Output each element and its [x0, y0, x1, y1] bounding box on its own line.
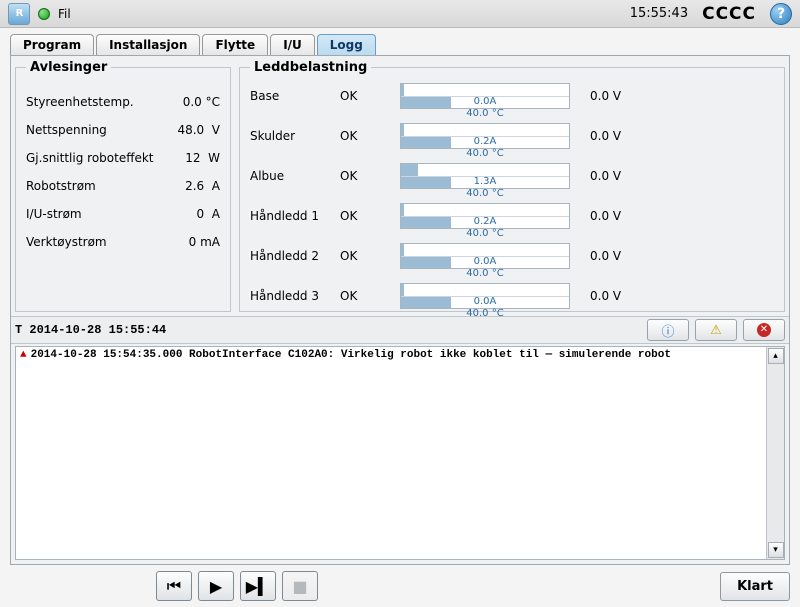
reading-label: I/U-strøm — [26, 207, 82, 221]
scroll-up-button[interactable]: ▴ — [768, 348, 784, 364]
joint-volt: 0.0 V — [590, 129, 640, 143]
joint-temp: 40.0 °C — [401, 188, 569, 200]
joints-panel: Leddbelastning BaseOK0.0A40.0 °C0.0 VSku… — [239, 60, 785, 312]
reading-row: Nettspenning 48.0 V — [26, 123, 220, 137]
joint-load-bar: 0.0A40.0 °C — [400, 243, 570, 269]
log-area: ▲ 2014-10-28 15:54:35.000 RobotInterface … — [15, 346, 785, 560]
joint-status: OK — [340, 129, 400, 143]
joint-status: OK — [340, 249, 400, 263]
reading-row: Styreenhetstemp. 0.0 °C — [26, 95, 220, 109]
error-filter-button[interactable]: ✕ — [743, 319, 785, 341]
readings-legend: Avlesinger — [26, 60, 111, 75]
joint-load-bar: 0.0A40.0 °C — [400, 83, 570, 109]
done-button[interactable]: Klart — [720, 572, 790, 601]
top-bar: R Fil 15:55:43 CCCC ? — [0, 0, 800, 28]
joint-temp: 40.0 °C — [401, 108, 569, 120]
joint-name: Albue — [250, 169, 340, 183]
log-content[interactable]: ▲ 2014-10-28 15:54:35.000 RobotInterface … — [16, 347, 766, 559]
file-menu[interactable]: Fil — [58, 7, 71, 21]
stop-button[interactable]: ■ — [282, 571, 318, 601]
log-scrollbar[interactable]: ▴ ▾ — [766, 347, 784, 559]
joint-name: Håndledd 2 — [250, 249, 340, 263]
joint-temp: 40.0 °C — [401, 228, 569, 240]
tab-flytte[interactable]: Flytte — [202, 34, 268, 55]
status-dot-icon — [38, 8, 50, 20]
joint-volt: 0.0 V — [590, 169, 640, 183]
reading-row: I/U-strøm 0 A — [26, 207, 220, 221]
joint-volt: 0.0 V — [590, 249, 640, 263]
reading-value: 0 A — [197, 207, 220, 221]
joint-temp: 40.0 °C — [401, 308, 569, 320]
reading-value: 12 W — [185, 151, 220, 165]
joint-name: Håndledd 1 — [250, 209, 340, 223]
log-timestamp: T 2014-10-28 15:55:44 — [15, 323, 166, 337]
info-icon: ⓘ — [661, 321, 674, 340]
joint-temp: 40.0 °C — [401, 148, 569, 160]
joints-legend: Leddbelastning — [250, 60, 371, 75]
reading-label: Nettspenning — [26, 123, 107, 137]
joint-volt: 0.0 V — [590, 289, 640, 303]
step-button[interactable]: ▶▍ — [240, 571, 276, 601]
tab-program[interactable]: Program — [10, 34, 94, 55]
severity-error-icon: ▲ — [20, 349, 27, 361]
joint-status: OK — [340, 89, 400, 103]
joint-load-bar: 0.2A40.0 °C — [400, 123, 570, 149]
joint-name: Base — [250, 89, 340, 103]
joint-status: OK — [340, 289, 400, 303]
scroll-down-button[interactable]: ▾ — [768, 542, 784, 558]
joint-status: OK — [340, 169, 400, 183]
joint-volt: 0.0 V — [590, 209, 640, 223]
reading-row: Gj.snittlig roboteffekt 12 W — [26, 151, 220, 165]
log-text: 2014-10-28 15:54:35.000 RobotInterface C… — [31, 349, 671, 361]
stop-icon: ■ — [292, 577, 307, 596]
reading-label: Styreenhetstemp. — [26, 95, 134, 109]
rewind-button[interactable]: ⏮ — [156, 571, 192, 601]
play-icon: ▶ — [210, 577, 222, 596]
joint-temp: 40.0 °C — [401, 268, 569, 280]
tab-logg[interactable]: Logg — [317, 34, 376, 55]
log-toolbar: T 2014-10-28 15:55:44 ⓘ ⚠ ✕ — [11, 316, 789, 344]
rewind-icon: ⏮ — [167, 576, 181, 596]
readings-panel: Avlesinger Styreenhetstemp. 0.0 °C Nettspe… — [15, 60, 231, 312]
tab-strip: Program Installasjon Flytte I/U Logg — [0, 28, 800, 55]
joint-name: Håndledd 3 — [250, 289, 340, 303]
tab-installasjon[interactable]: Installasjon — [96, 34, 200, 55]
joint-load-bar: 1.3A40.0 °C — [400, 163, 570, 189]
warning-filter-button[interactable]: ⚠ — [695, 319, 737, 341]
tab-iu[interactable]: I/U — [270, 34, 315, 55]
clock: 15:55:43 — [630, 6, 688, 21]
warning-icon: ⚠ — [710, 323, 722, 338]
log-line[interactable]: ▲ 2014-10-28 15:54:35.000 RobotInterface … — [20, 349, 762, 361]
reading-label: Verktøystrøm — [26, 235, 107, 249]
joint-status: OK — [340, 209, 400, 223]
reading-row: Robotstrøm 2.6 A — [26, 179, 220, 193]
reading-value: 2.6 A — [185, 179, 220, 193]
joint-volt: 0.0 V — [590, 89, 640, 103]
info-filter-button[interactable]: ⓘ — [647, 319, 689, 341]
joint-load-bar: 0.0A40.0 °C — [400, 283, 570, 309]
reading-row: Verktøystrøm 0 mA — [26, 235, 220, 249]
reading-value: 48.0 V — [177, 123, 220, 137]
reading-value: 0.0 °C — [183, 95, 220, 109]
error-icon: ✕ — [757, 323, 771, 337]
joint-load-bar: 0.2A40.0 °C — [400, 203, 570, 229]
play-button[interactable]: ▶ — [198, 571, 234, 601]
joint-name: Skulder — [250, 129, 340, 143]
reading-value: 0 mA — [189, 235, 220, 249]
mode-label: CCCC — [702, 4, 756, 24]
step-icon: ▶▍ — [246, 577, 271, 596]
main-frame: Avlesinger Styreenhetstemp. 0.0 °C Nettspe… — [10, 55, 790, 565]
reading-label: Gj.snittlig roboteffekt — [26, 151, 154, 165]
bottom-bar: ⏮ ▶ ▶▍ ■ Klart — [0, 565, 800, 607]
ur-logo: R — [8, 3, 30, 25]
help-icon[interactable]: ? — [770, 3, 792, 25]
reading-label: Robotstrøm — [26, 179, 96, 193]
